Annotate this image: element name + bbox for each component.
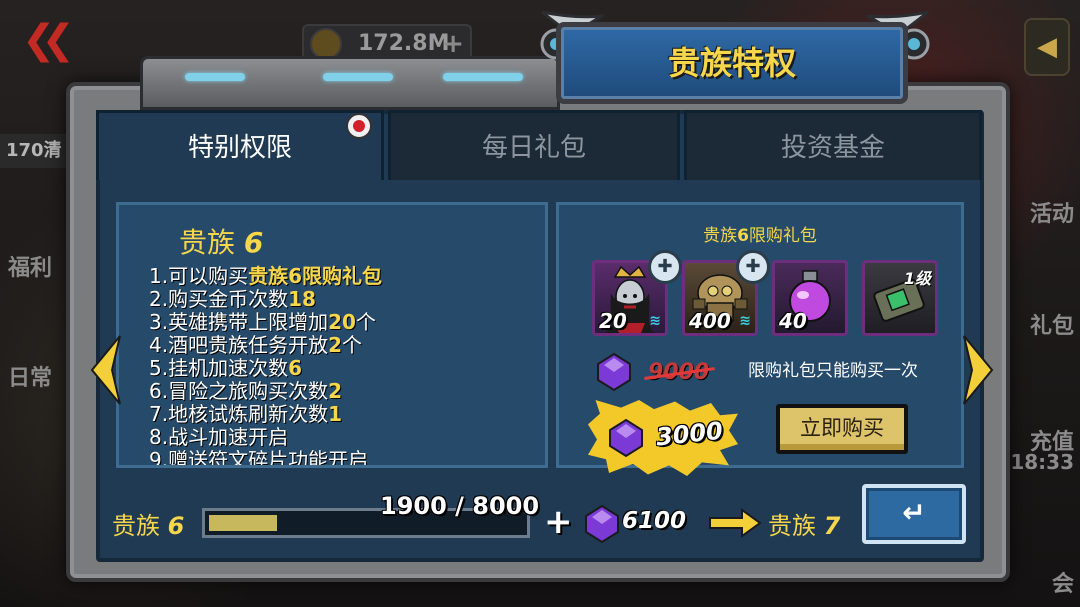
metal-decoration-bar [140, 56, 560, 110]
list-item: 9.赠送符文碎片功能开启 [149, 448, 369, 468]
gems-needed: 6100 [622, 508, 687, 534]
puzzle-shard-icon: ✚ [648, 250, 682, 284]
gem-icon [597, 352, 631, 392]
count-badge-suffix: 清 [43, 140, 62, 161]
list-item: 7.地核试炼刷新次数1 [149, 402, 343, 426]
gold-counter: 172.8M + [302, 24, 472, 60]
notification-dot-icon [346, 113, 372, 139]
current-rank-prefix: 贵族 [112, 512, 160, 540]
privilege-heading-prefix: 贵族 [179, 226, 236, 259]
gem-icon [609, 418, 643, 458]
collapse-arrow-icon[interactable]: ◀ [1024, 18, 1070, 76]
gift-item-qty: 20 [599, 309, 627, 333]
back-chevrons-icon[interactable]: ❮❮ [22, 18, 82, 62]
wave-icon: ≋ [739, 313, 751, 329]
tab-daily-pack[interactable]: 每日礼包 [388, 110, 680, 180]
list-item: 6.冒险之旅购买次数2 [149, 379, 343, 403]
side-label-packs[interactable]: 礼包 [1030, 308, 1074, 340]
gem-icon [585, 504, 619, 544]
gift-item-level: 1级 [903, 269, 931, 288]
tab-special-privileges[interactable]: 特别权限 [96, 110, 384, 180]
gift-item-qty: 400 [689, 309, 731, 333]
current-rank-label: 贵族 6 [112, 506, 184, 541]
gift-title-level: 6 [737, 226, 749, 246]
list-item: 8.战斗加速开启 [149, 425, 289, 449]
progress-fill [209, 515, 278, 531]
next-rank-value: 7 [823, 512, 841, 540]
gift-item-qty: 40 [779, 309, 807, 333]
gold-amount: 172.8M [358, 31, 450, 56]
side-label-events[interactable]: 活动 [1030, 196, 1074, 228]
privilege-items: 1.可以购买贵族6限购礼包 2.购买金币次数18 3.英雄携带上限增加20个 4… [149, 264, 535, 468]
list-item: 4.酒吧贵族任务开放2个 [149, 333, 363, 357]
side-label-guild[interactable]: 会 [1052, 566, 1074, 598]
buy-now-button[interactable]: 立即购买 [776, 404, 908, 454]
current-rank-value: 6 [167, 512, 185, 540]
side-label-daily[interactable]: 日常 [8, 360, 52, 392]
original-price: 9000 [648, 360, 710, 385]
count-badge-value: 170 [6, 140, 44, 161]
progress-text: 1900 / 8000 [380, 492, 540, 520]
return-icon: ↵ [902, 496, 926, 529]
privileges-list-panel[interactable]: 贵族 6 1.可以购买贵族6限购礼包 2.购买金币次数18 3.英雄携带上限增加… [116, 202, 548, 468]
list-item: 5.挂机加速次数6 [149, 356, 303, 380]
return-button[interactable]: ↵ [862, 484, 966, 544]
gift-pack-title: 贵族6限购礼包 [559, 221, 961, 246]
privilege-heading-level: 6 [243, 226, 264, 259]
arrow-right-icon [709, 508, 762, 538]
next-rank-prefix: 贵族 [768, 512, 816, 540]
tab-investment-fund[interactable]: 投资基金 [684, 110, 982, 180]
list-item: 2.购买金币次数18 [149, 287, 316, 311]
next-arrow-icon[interactable] [962, 334, 994, 406]
privilege-heading: 贵族 6 [179, 221, 263, 261]
plus-icon: + [544, 502, 573, 542]
list-item: 1.可以购买贵族6限购礼包 [149, 264, 383, 288]
gift-title-prefix: 贵族 [703, 226, 738, 246]
gift-item-potion[interactable]: 40 [772, 260, 848, 336]
next-rank-label: 贵族 7 [768, 506, 840, 541]
panel-title: 贵族特权 [667, 44, 796, 82]
side-clock: 18:33 [1010, 450, 1074, 474]
list-item: 3.英雄携带上限增加20个 [149, 310, 376, 334]
wave-icon: ≋ [649, 313, 661, 329]
side-label-welfare[interactable]: 福利 [8, 250, 52, 282]
gift-item-rune-chip[interactable]: 1级 [862, 260, 938, 336]
purchase-limit-note: 限购礼包只能购买一次 [748, 361, 918, 381]
gift-title-suffix: 限购礼包 [748, 226, 817, 246]
prev-arrow-icon[interactable] [90, 334, 122, 406]
title-banner: 贵族特权 [556, 22, 908, 104]
puzzle-shard-icon: ✚ [736, 250, 770, 284]
